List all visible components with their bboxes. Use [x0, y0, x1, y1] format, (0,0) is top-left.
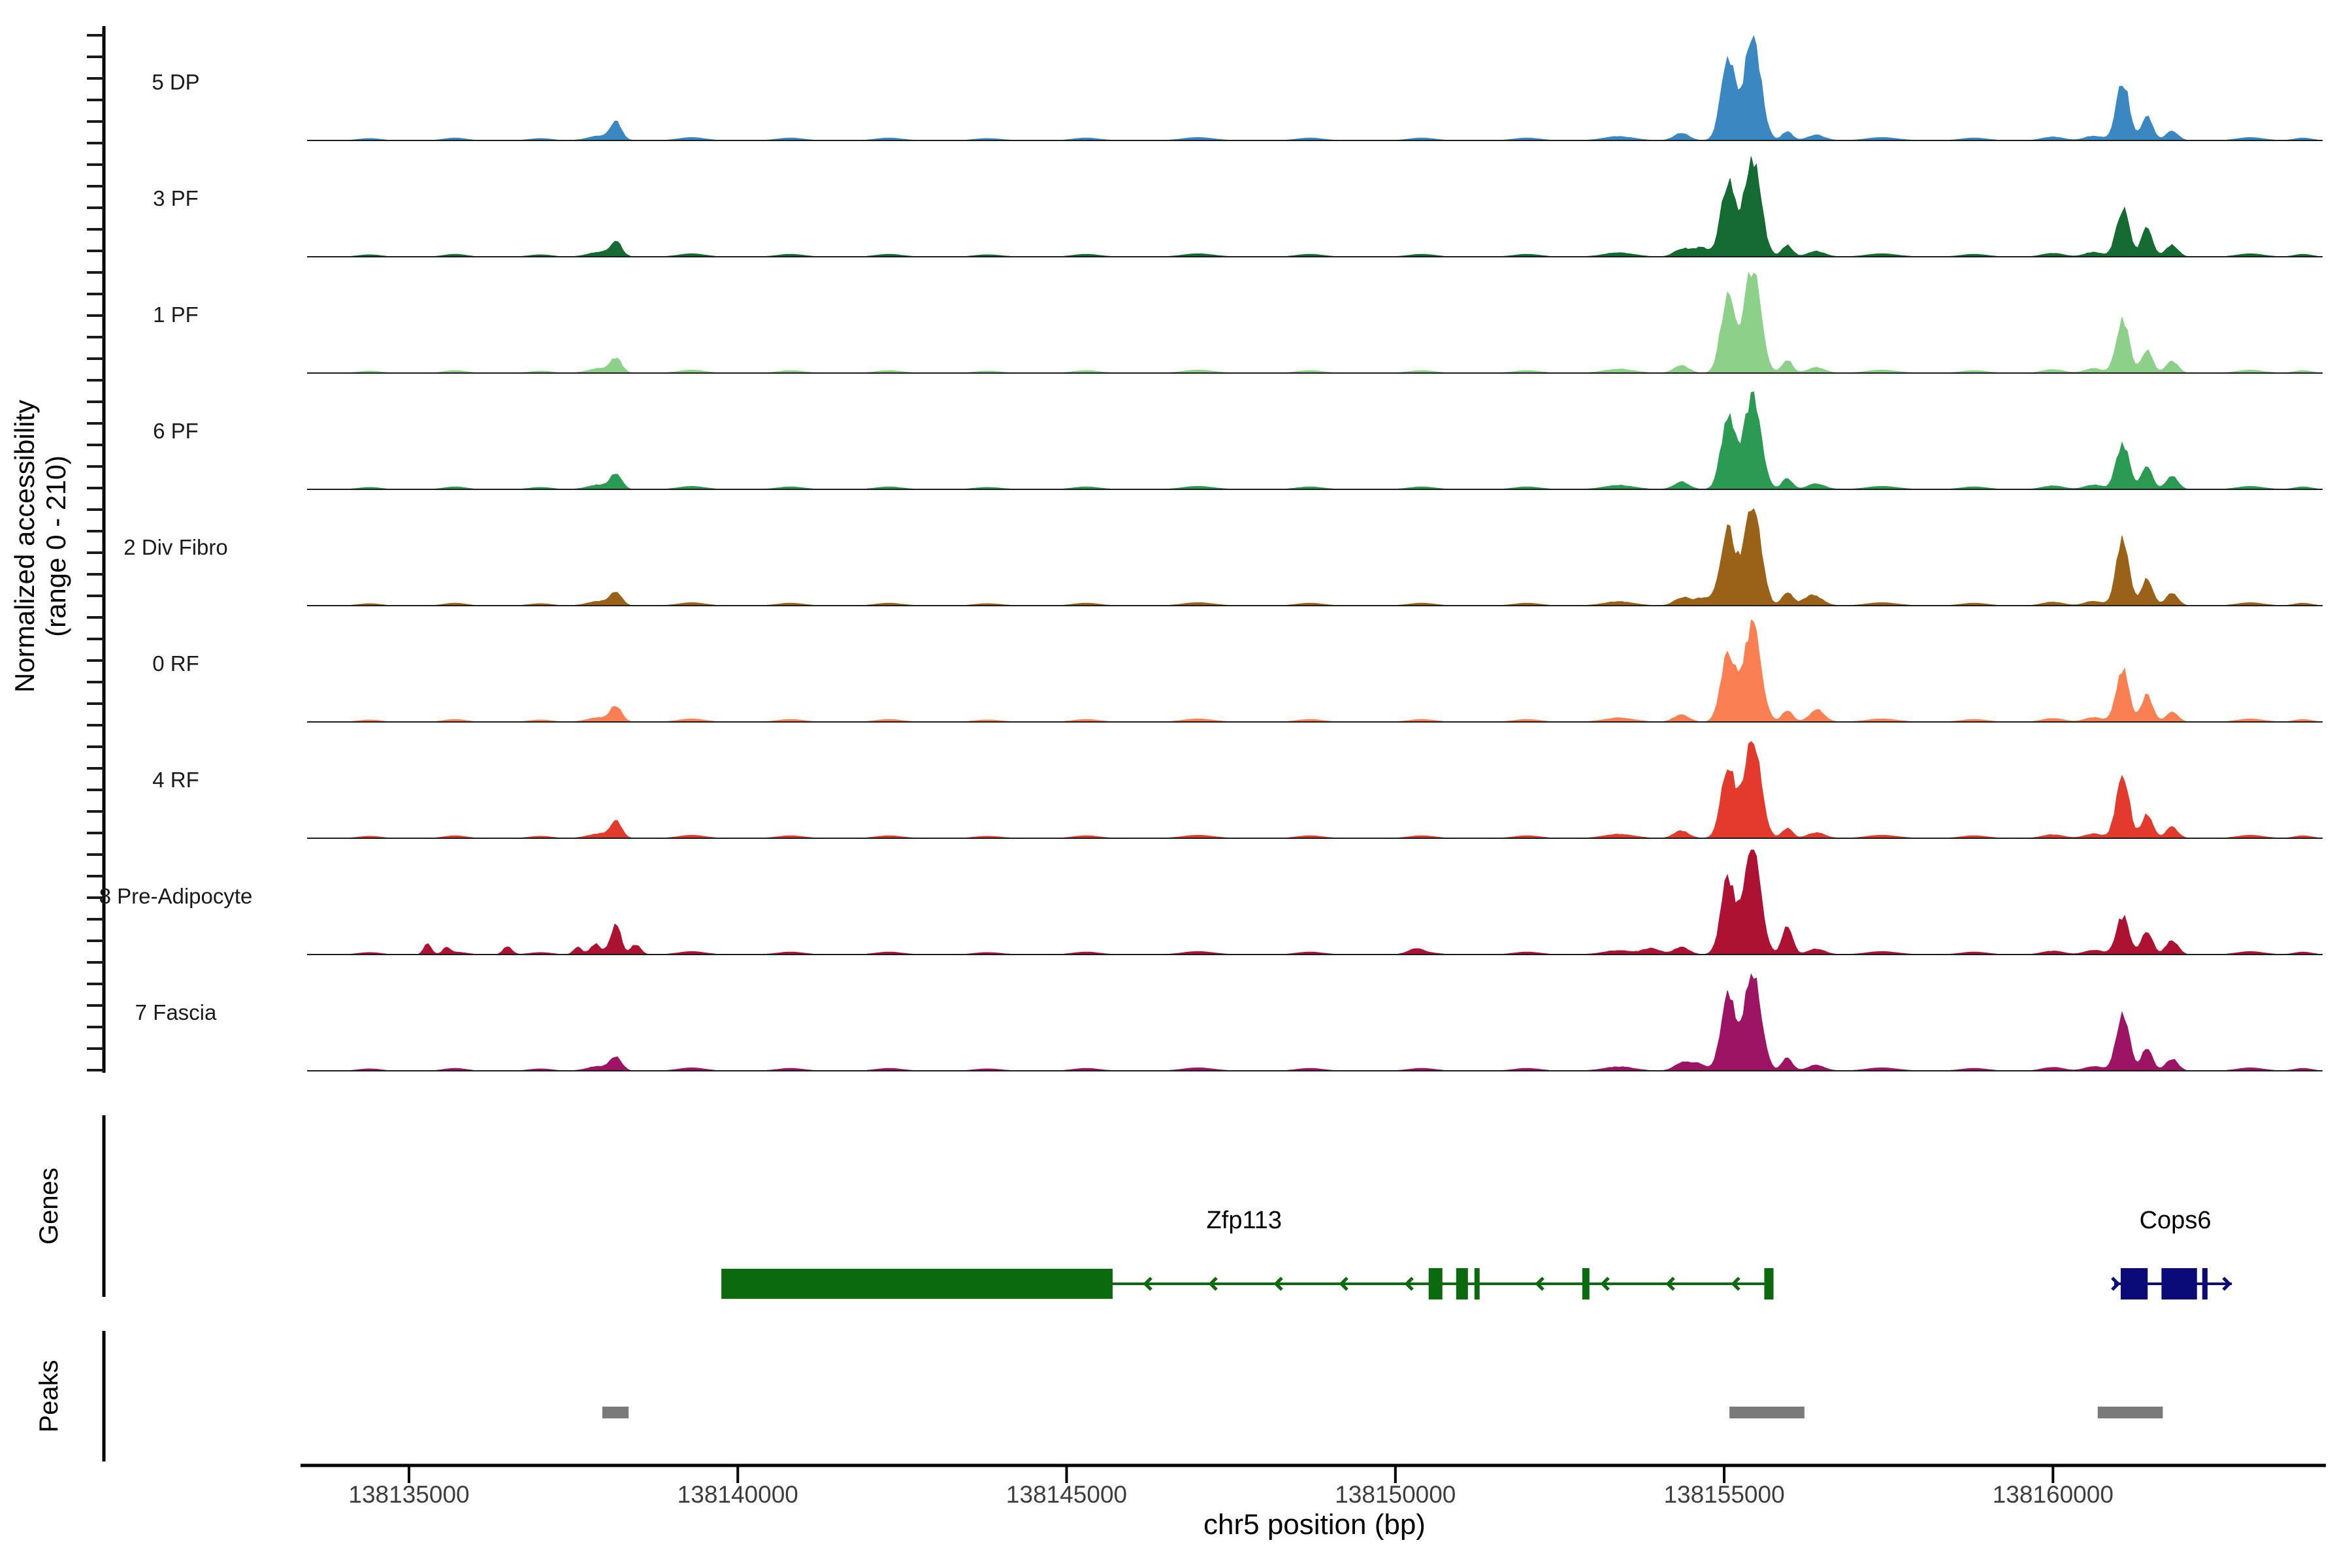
gene-exon [1429, 1268, 1443, 1299]
coverage-track-5-dp [307, 36, 2323, 140]
x-axis-tick-label: 138140000 [678, 1481, 798, 1508]
track-label: 3 PF [153, 186, 199, 210]
track-label: 6 PF [153, 419, 199, 443]
x-axis-tick-label: 138145000 [1006, 1481, 1127, 1508]
x-axis-title: chr5 position (bp) [1203, 1509, 1426, 1541]
coverage-area [307, 620, 2323, 722]
x-axis-tick-label: 138150000 [1335, 1481, 1456, 1508]
peaks-section: Peaks [35, 1331, 2163, 1462]
gene-exon [2202, 1268, 2208, 1299]
y-axis-label-line1: Normalized accessibility [9, 400, 40, 693]
x-axis: 138135000 138140000 138145000 138150000 1381… [301, 1465, 2326, 1541]
coverage-track-4-rf [307, 742, 2323, 838]
y-axis-label-line2: (range 0 - 210) [41, 455, 71, 637]
coverage-area [307, 742, 2323, 838]
track-labels: 5 DP 3 PF 1 PF 6 PF 2 Div Fibro 0 RF 4 RF 8 Pre… [99, 70, 253, 1024]
peak-interval [2098, 1407, 2163, 1418]
x-axis-tick-label: 138155000 [1663, 1481, 1784, 1508]
peaks-section-label: Peaks [35, 1360, 63, 1432]
y-axis: Normalized accessibility (range 0 - 210) [9, 26, 104, 1073]
track-label: 7 Fascia [135, 1000, 217, 1024]
coverage-area [307, 36, 2323, 140]
track-label: 5 DP [152, 70, 199, 94]
coverage-area [307, 392, 2323, 489]
coverage-area [307, 157, 2323, 257]
track-label: 1 PF [153, 302, 199, 327]
gene-label-cops6: Cops6 [2140, 1207, 2212, 1234]
gene-models: Zfp113 Cops6 [721, 1207, 2232, 1299]
coverage-track-8-pre-adipocyte [307, 850, 2323, 955]
coverage-track-0-rf [307, 620, 2323, 722]
coverage-track-7-fascia [307, 974, 2323, 1071]
track-label: 2 Div Fibro [123, 535, 228, 559]
gene-thick-exon [721, 1269, 1113, 1299]
gene-cops6 [2112, 1268, 2232, 1299]
genes-section-label: Genes [35, 1168, 63, 1245]
gene-exon [1582, 1268, 1590, 1299]
track-label: 0 RF [152, 651, 199, 676]
coverage-track-6-pf [307, 392, 2323, 489]
gene-exon [2161, 1268, 2197, 1299]
y-axis-ticks [87, 35, 104, 1070]
gene-exon [1456, 1268, 1468, 1299]
coverage-tracks [307, 36, 2323, 1071]
gene-exon [1764, 1268, 1773, 1299]
coverage-track-2-div-fibro [307, 509, 2323, 606]
genome-coverage-figure: Normalized accessibility (range 0 - 210)… [0, 0, 2352, 1568]
x-axis-tick-label: 138160000 [1993, 1481, 2114, 1508]
peak-interval [602, 1407, 629, 1418]
coverage-track-1-pf [307, 272, 2323, 373]
coverage-track-3-pf [307, 157, 2323, 257]
track-label: 4 RF [152, 768, 199, 792]
peak-interval [1729, 1407, 1805, 1418]
coverage-area [307, 974, 2323, 1071]
gene-label-zfp113: Zfp113 [1207, 1207, 1282, 1234]
track-label: 8 Pre-Adipocyte [99, 884, 253, 908]
coverage-area [307, 850, 2323, 955]
peak-interval-boxes [602, 1407, 2163, 1418]
gene-exon [2121, 1268, 2148, 1299]
x-axis-ticks: 138135000 138140000 138145000 138150000 1381… [348, 1465, 2114, 1508]
coverage-area [307, 272, 2323, 373]
genes-section: Genes Zfp113 Cops6 [35, 1115, 2232, 1299]
x-axis-tick-label: 138135000 [348, 1481, 469, 1508]
gene-zfp113 [721, 1268, 1773, 1299]
coverage-area [307, 509, 2323, 606]
gene-exon [1475, 1268, 1480, 1299]
